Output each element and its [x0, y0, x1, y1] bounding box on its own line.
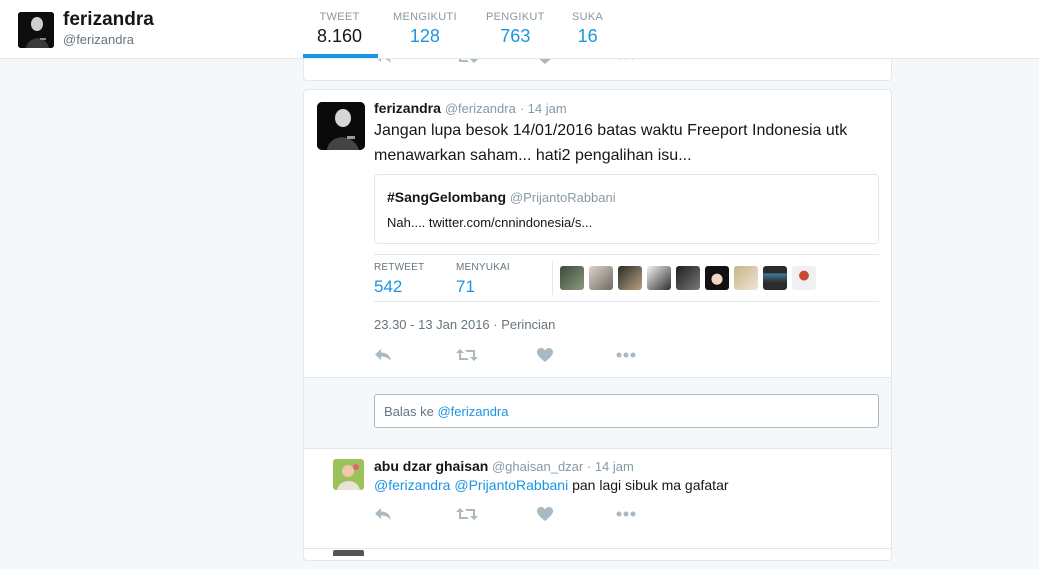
next-reply-avatar [333, 550, 364, 556]
reply-actions [374, 507, 674, 527]
reply-mention-2[interactable]: @PrijantoRabbani [454, 477, 568, 493]
stat-likes-value: 16 [577, 26, 598, 46]
liker-avatar[interactable] [734, 266, 758, 290]
profile-name[interactable]: ferizandra [63, 9, 154, 31]
stat-tweets[interactable]: TWEET 8.160 [317, 11, 362, 47]
tweet-header: ferizandra @ferizandra · 14 jam [374, 100, 567, 116]
stat-following[interactable]: MENGIKUTI 128 [393, 11, 457, 47]
reply-author-name[interactable]: abu dzar ghaisan [374, 458, 488, 474]
reply-author-handle[interactable]: @ghaisan_dzar [492, 459, 583, 474]
stat-tweets-value: 8.160 [317, 26, 363, 46]
tweet-author-name[interactable]: ferizandra [374, 100, 441, 116]
liker-avatar[interactable] [589, 266, 613, 290]
like-stat-label: MENYUKAI [456, 262, 510, 273]
stat-following-value: 128 [409, 26, 440, 46]
reply-icon[interactable] [374, 348, 392, 362]
tweet-timestamp[interactable]: 23.30 - 13 Jan 2016 · Perincian [374, 317, 555, 332]
reply-mention-1[interactable]: @ferizandra [374, 477, 450, 493]
reply-body: pan lagi sibuk ma gafatar [568, 477, 729, 493]
next-reply-stub [304, 549, 891, 569]
tweet-stats: RETWEET 542 MENYUKAI 71 [374, 254, 879, 302]
reply-text: @ferizandra @PrijantoRabbani pan lagi si… [374, 477, 729, 493]
reply-time[interactable]: · 14 jam [587, 459, 634, 474]
liker-avatar[interactable] [647, 266, 671, 290]
stats-divider [552, 261, 553, 295]
profile-header: ferizandra @ferizandra TWEET 8.160 MENGI… [0, 0, 1039, 59]
active-tab-indicator [303, 54, 378, 58]
profile-handle: @ferizandra [63, 32, 135, 47]
reply-input-prefix: Balas ke [384, 404, 438, 419]
reply-composer-area: Balas ke @ferizandra [304, 377, 891, 449]
tweet-text: Jangan lupa besok 14/01/2016 batas waktu… [374, 122, 848, 164]
reply-author-avatar[interactable] [333, 459, 364, 490]
liker-avatar[interactable] [560, 266, 584, 290]
tweet-author-handle[interactable]: @ferizandra [445, 101, 516, 116]
liker-avatar[interactable] [763, 266, 787, 290]
stat-followers-label: PENGIKUT [486, 11, 545, 23]
tweet-detail-card: ferizandra @ferizandra · 14 jam Jangan l… [303, 89, 892, 561]
stat-followers-value: 763 [500, 26, 531, 46]
quoted-tweet[interactable]: #SangGelombang @PrijantoRabbani Nah.... … [374, 174, 879, 244]
more-icon[interactable] [616, 352, 636, 358]
retweet-icon[interactable] [456, 348, 478, 362]
retweet-stat-label: RETWEET [374, 262, 425, 273]
liker-avatar[interactable] [618, 266, 642, 290]
reply-input-mention: @ferizandra [437, 404, 509, 419]
heart-icon[interactable] [537, 348, 553, 362]
reply-tweet[interactable]: abu dzar ghaisan @ghaisan_dzar · 14 jam … [304, 448, 891, 549]
quoted-tweet-text: Nah.... twitter.com/cnnindonesia/s... [387, 215, 593, 230]
like-stat-count: 71 [456, 277, 475, 296]
stat-likes[interactable]: SUKA 16 [572, 11, 603, 47]
retweet-icon[interactable] [456, 507, 478, 521]
liker-avatar[interactable] [676, 266, 700, 290]
stat-followers[interactable]: PENGIKUT 763 [486, 11, 545, 47]
quoted-tweet-handle: @PrijantoRabbani [509, 190, 616, 205]
liker-avatar[interactable] [792, 266, 816, 290]
liker-avatar[interactable] [705, 266, 729, 290]
stat-following-label: MENGIKUTI [393, 11, 457, 23]
reply-header: abu dzar ghaisan @ghaisan_dzar · 14 jam [374, 458, 634, 474]
tweet-time[interactable]: · 14 jam [520, 101, 567, 116]
reply-input[interactable]: Balas ke @ferizandra [374, 394, 879, 428]
tweet-actions [374, 348, 674, 368]
like-stat[interactable]: MENYUKAI 71 [456, 262, 510, 297]
heart-icon[interactable] [537, 507, 553, 521]
tweet-avatar[interactable] [317, 102, 365, 150]
stat-likes-label: SUKA [572, 11, 604, 23]
retweet-stat[interactable]: RETWEET 542 [374, 262, 424, 297]
reply-icon[interactable] [374, 507, 392, 521]
profile-avatar[interactable] [18, 12, 54, 48]
more-icon[interactable] [616, 511, 636, 517]
quoted-tweet-name: #SangGelombang [387, 189, 507, 205]
retweet-stat-count: 542 [374, 277, 403, 296]
stat-tweets-label: TWEET [319, 11, 360, 23]
quoted-tweet-author: #SangGelombang @PrijantoRabbani [387, 189, 616, 205]
